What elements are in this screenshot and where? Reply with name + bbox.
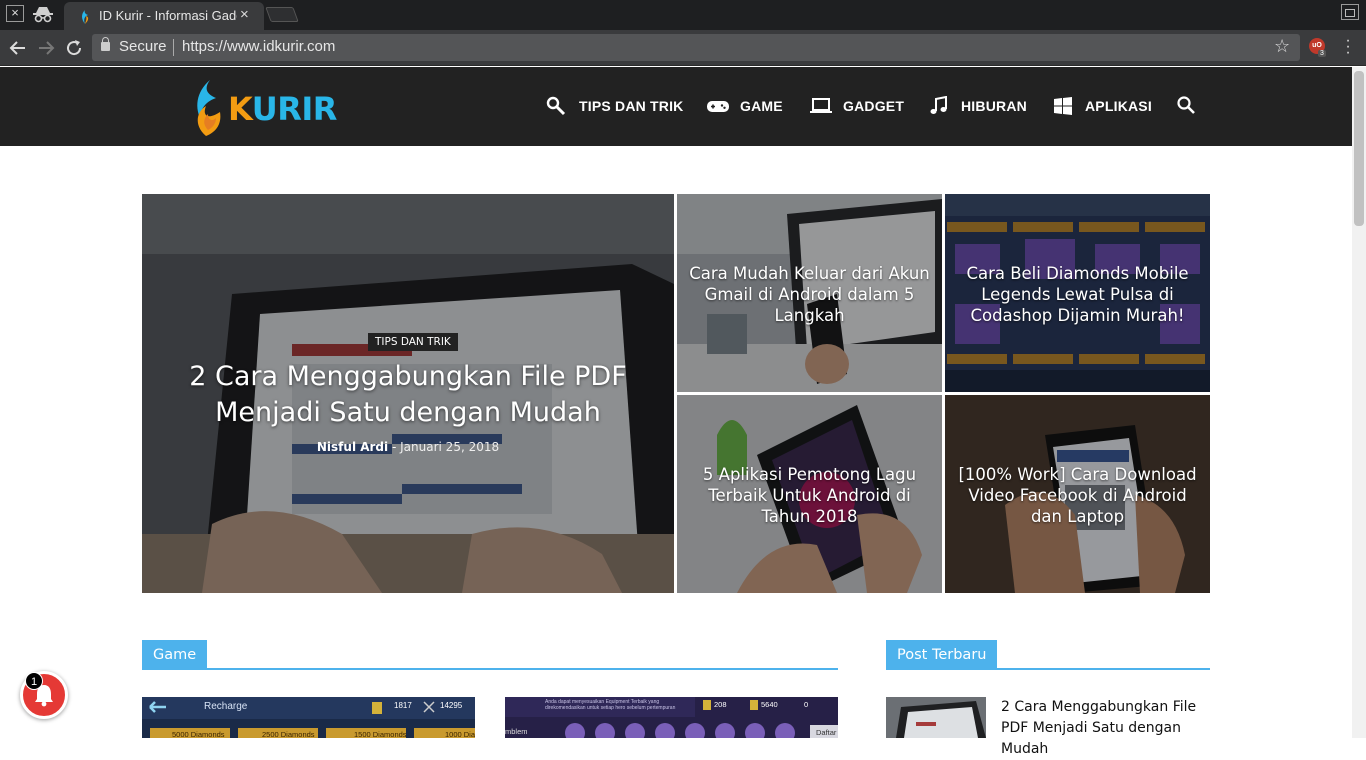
nav-label: GAME [740, 98, 783, 114]
site-header: KURIR TIPS DAN TRIK GAME GADGET HIBURAN … [0, 67, 1352, 146]
featured-main-post[interactable]: TIPS DAN TRIK 2 Cara Menggabungkan File … [142, 194, 674, 593]
nav-label: APLIKASI [1085, 98, 1152, 114]
nav-item-tips-dan-trik[interactable]: TIPS DAN TRIK [545, 94, 684, 118]
game-section-label[interactable]: Game [142, 640, 208, 670]
address-bar[interactable]: Secure https://www.idkurir.com ☆ [92, 34, 1300, 61]
thumb-side-label: mblem [505, 727, 528, 736]
latest-post-thumb[interactable] [886, 697, 986, 738]
featured-post-title[interactable]: Cara Mudah Keluar dari Akun Gmail di And… [687, 263, 932, 326]
thumb-counter: 0 [804, 700, 809, 709]
diamond-label: 2500 Diamonds [262, 730, 315, 738]
forward-arrow-icon[interactable] [34, 36, 58, 60]
post-author[interactable]: Nisful Ardi [317, 440, 388, 454]
notification-count-badge: 1 [25, 672, 43, 690]
diamond-label: 1500 Diamonds [354, 730, 407, 738]
nav-label: GADGET [843, 98, 905, 114]
nav-label: HIBURAN [961, 98, 1027, 114]
browser-menu-icon[interactable]: · · · [1343, 33, 1353, 61]
category-badge[interactable]: TIPS DAN TRIK [368, 333, 458, 351]
thumb-button: Daftar [816, 728, 837, 737]
latest-section-header: Post Terbaru [886, 640, 1210, 670]
logo-text: KURIR [228, 90, 337, 128]
browser-tab-active[interactable]: ID Kurir - Informasi Gadget × [64, 2, 264, 30]
post-meta: Nisful Ardi - Januari 25, 2018 [142, 440, 674, 454]
nav-item-aplikasi[interactable]: APLIKASI [1051, 94, 1152, 118]
game-post-thumb-1[interactable]: Recharge 1817 14295 5000 Diamonds 2500 D… [142, 697, 475, 738]
new-tab-button[interactable] [265, 7, 299, 22]
extension-badge: 3 [1318, 50, 1326, 57]
diamond-label: 5000 Diamonds [172, 730, 225, 738]
browser-tabbar: × ID Kurir - Informasi Gadget × [0, 0, 1366, 30]
reload-icon[interactable] [62, 36, 86, 60]
address-separator [173, 39, 174, 56]
page-scrollbar[interactable] [1352, 67, 1366, 738]
thumb-counter: 208 [714, 700, 727, 709]
window-close-button[interactable]: × [6, 5, 24, 22]
post-date: Januari 25, 2018 [400, 440, 500, 454]
thumb-counter: 1817 [394, 701, 412, 710]
latest-post-image [886, 697, 986, 738]
featured-post-3[interactable]: 5 Aplikasi Pemotong Lagu Terbaik Untuk A… [677, 395, 942, 593]
lock-icon [101, 37, 110, 51]
incognito-icon [33, 7, 53, 23]
featured-post-2[interactable]: Cara Beli Diamonds Mobile Legends Lewat … [945, 194, 1210, 392]
url-text[interactable]: https://www.idkurir.com [182, 38, 335, 55]
thumb-counter: 14295 [440, 701, 463, 710]
featured-post-title[interactable]: [100% Work] Cara Download Video Facebook… [955, 464, 1200, 527]
latest-section-label: Post Terbaru [886, 640, 998, 670]
game-section-header: Game [142, 640, 838, 670]
tab-close-icon[interactable]: × [240, 6, 249, 23]
logo-letters-urir: URIR [251, 90, 338, 128]
browser-toolbar: Secure https://www.idkurir.com ☆ [0, 30, 1366, 66]
nav-item-hiburan[interactable]: HIBURAN [927, 94, 1027, 118]
featured-post-1[interactable]: Cara Mudah Keluar dari Akun Gmail di And… [677, 194, 942, 392]
latest-post-title[interactable]: 2 Cara Menggabungkan File PDF Menjadi Sa… [1001, 697, 1221, 760]
flame-logo-icon [197, 80, 221, 136]
featured-main-title[interactable]: 2 Cara Menggabungkan File PDF Menjadi Sa… [162, 359, 654, 431]
kurir-favicon-icon [82, 10, 89, 24]
windows-icon [1054, 97, 1072, 115]
window-restore-button[interactable] [1341, 4, 1359, 20]
wrench-icon [546, 96, 566, 116]
back-arrow-icon[interactable] [6, 36, 30, 60]
scrollbar-thumb[interactable] [1354, 71, 1364, 226]
thumb-counter: 5640 [761, 700, 778, 709]
site-logo[interactable]: KURIR [192, 76, 337, 138]
secure-label: Secure [119, 38, 167, 55]
site-search-icon[interactable] [1176, 95, 1196, 115]
meta-separator: - [391, 440, 397, 454]
nav-item-gadget[interactable]: GADGET [809, 94, 904, 118]
tab-title: ID Kurir - Informasi Gadget [99, 8, 237, 23]
logo-letter-k: K [228, 90, 252, 128]
nav-item-game[interactable]: GAME [706, 94, 783, 118]
game-post-thumb-2[interactable]: Anda dapat menyesuaikan Equipment Terbai… [505, 697, 838, 738]
featured-post-title[interactable]: 5 Aplikasi Pemotong Lagu Terbaik Untuk A… [687, 464, 932, 527]
gamepad-icon [707, 101, 729, 112]
bookmark-star-icon[interactable]: ☆ [1274, 36, 1290, 57]
music-icon [930, 96, 947, 114]
thumb-header: Recharge [204, 701, 248, 712]
thumb-header: Anda dapat menyesuaikan Equipment Terbai… [545, 699, 676, 711]
nav-label: TIPS DAN TRIK [579, 98, 684, 114]
laptop-icon [810, 98, 832, 113]
featured-post-title[interactable]: Cara Beli Diamonds Mobile Legends Lewat … [955, 263, 1200, 326]
diamond-label: 1000 Dia [445, 730, 475, 738]
featured-post-4[interactable]: [100% Work] Cara Download Video Facebook… [945, 395, 1210, 593]
